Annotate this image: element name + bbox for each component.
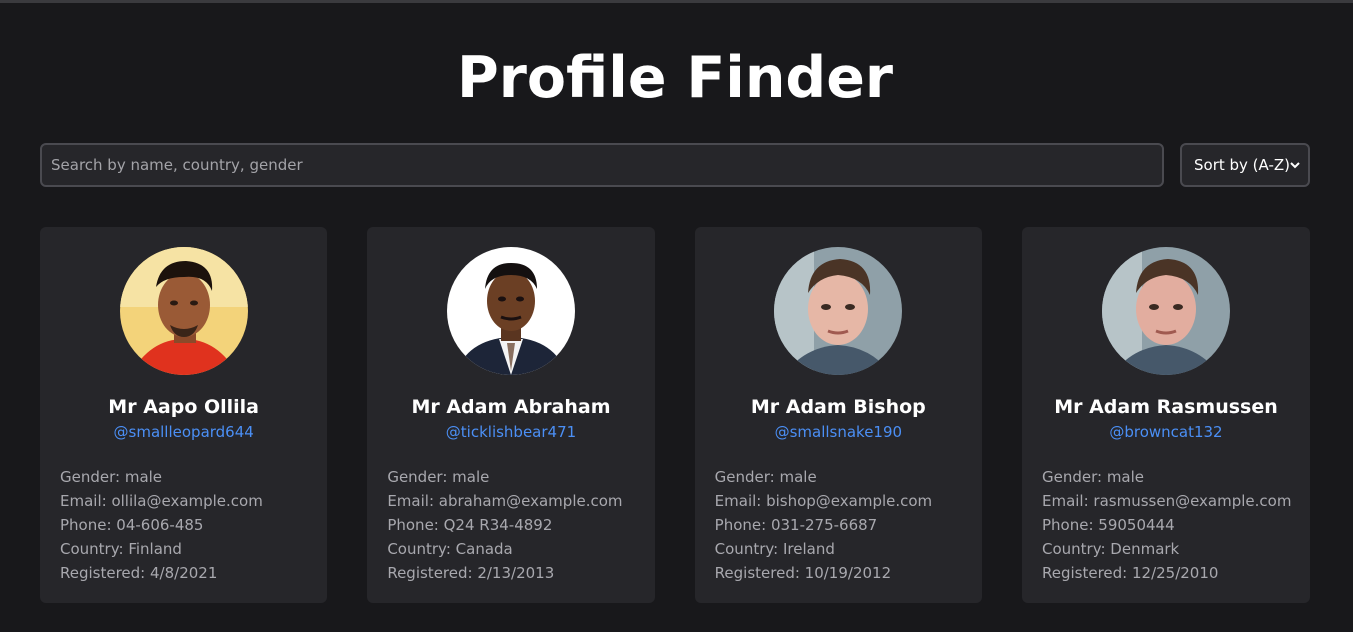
profile-handle-link[interactable]: @smallleopard644 [60,422,307,442]
profile-country: Country: Denmark [1041,540,1180,558]
avatar [446,247,575,375]
profile-phone: Phone: Q24 R34-4892 [387,516,553,534]
sort-select-value: Sort by (A-Z) [1194,156,1291,174]
profile-grid: Mr Aapo Ollila @smallleopard644 Gender: … [40,227,1310,603]
profile-email: Email: ollila@example.com [60,492,263,510]
avatar [774,247,903,375]
page-title: Profile Finder [457,45,893,111]
profile-name: Mr Aapo Ollila [108,396,260,418]
profile-handle-link[interactable]: @smallsnake190 [715,422,962,442]
profile-country: Country: Canada [387,540,513,558]
profile-details: Gender: male Email: ollila@example.com P… [60,465,307,585]
profile-registered: Registered: 10/19/2012 [714,564,892,582]
profile-gender: Gender: male [387,468,490,486]
profile-name: Mr Adam Bishop [750,396,926,418]
avatar [1101,247,1230,375]
profile-registered: Registered: 4/8/2021 [60,564,218,582]
controls-bar: Sort by (A-Z) [40,143,1310,187]
profile-details: Gender: male Email: bishop@example.com P… [715,465,962,585]
sort-select[interactable]: Sort by (A-Z) [1180,143,1310,187]
profile-finder-app: Profile Finder Sort by (A-Z) [0,0,1353,632]
profile-registered: Registered: 2/13/2013 [387,564,555,582]
profile-registered: Registered: 12/25/2010 [1041,564,1219,582]
profile-handle-link[interactable]: @ticklishbear471 [387,422,634,442]
avatar [119,247,248,375]
profile-gender: Gender: male [714,468,817,486]
profile-phone: Phone: 031-275-6687 [714,516,878,534]
profile-handle-link[interactable]: @browncat132 [1042,422,1290,442]
profile-email: Email: abraham@example.com [387,492,623,510]
profile-details: Gender: male Email: rasmussen@example.co… [1041,465,1292,585]
profile-card: Mr Aapo Ollila @smallleopard644 Gender: … [40,227,328,603]
profile-country: Country: Ireland [714,540,835,558]
profile-phone: Phone: 04-606-485 [60,516,204,534]
profile-card: Mr Adam Bishop @smallsnake190 Gender: ma… [694,227,982,603]
profile-card: Mr Adam Abraham @ticklishbear471 Gender:… [367,227,655,603]
profile-gender: Gender: male [60,468,163,486]
profile-email: Email: bishop@example.com [714,492,933,510]
search-input[interactable] [40,143,1164,187]
profile-card: Mr Adam Rasmussen @browncat132 Gender: m… [1021,227,1310,603]
chevron-down-icon [1290,159,1300,172]
profile-phone: Phone: 59050444 [1041,516,1175,534]
profile-details: Gender: male Email: abraham@example.com … [387,465,634,585]
profile-gender: Gender: male [1041,468,1145,486]
profile-name: Mr Adam Rasmussen [1054,396,1278,418]
profile-email: Email: rasmussen@example.com [1041,492,1292,510]
profile-country: Country: Finland [60,540,182,558]
profile-name: Mr Adam Abraham [411,396,611,418]
